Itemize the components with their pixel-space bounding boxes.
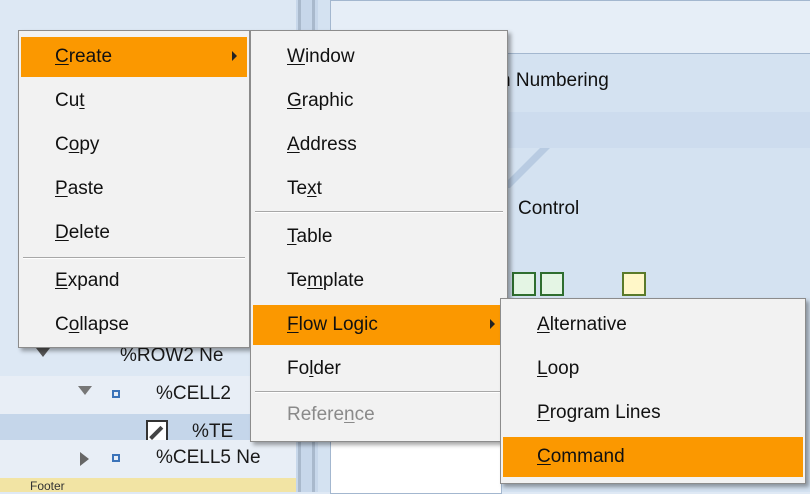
menu-item-label: Reference [287, 404, 375, 425]
menu-item-create[interactable]: Create [21, 37, 247, 77]
menu-item-collapse[interactable]: Collapse [21, 305, 247, 345]
tree-row[interactable]: %CELL5 Ne [0, 440, 296, 478]
menu-item-label: Graphic [287, 90, 354, 111]
menu-item-table[interactable]: Table [253, 217, 505, 257]
flow-logic-submenu: Alternative Loop Program Lines Command [500, 298, 806, 484]
menu-item-label: Folder [287, 358, 341, 379]
menu-item-label: Create [55, 46, 113, 67]
menu-separator [255, 211, 503, 213]
square-node-icon [112, 454, 120, 462]
toolbar-button[interactable] [540, 272, 564, 296]
menu-item-graphic[interactable]: Graphic [253, 81, 505, 121]
menu-item-label: Command [537, 446, 625, 467]
menu-item-command[interactable]: Command [503, 437, 803, 477]
menu-item-label: Delete [55, 222, 110, 243]
menu-item-label: Program Lines [537, 402, 661, 423]
menu-item-label: Address [287, 134, 357, 155]
menu-item-label: Paste [55, 178, 104, 199]
menu-item-template[interactable]: Template [253, 261, 505, 301]
triangle-down-icon[interactable] [78, 386, 92, 395]
menu-item-alternative[interactable]: Alternative [503, 305, 803, 345]
menu-item-label: Collapse [55, 314, 129, 335]
triangle-right-icon[interactable] [80, 452, 89, 466]
menu-item-flow-logic[interactable]: Flow Logic [253, 305, 505, 345]
menu-item-delete[interactable]: Delete [21, 213, 247, 253]
menu-item-label: Loop [537, 358, 580, 379]
menu-item-label: Expand [55, 270, 120, 291]
tree-row-label: Footer [30, 479, 65, 493]
menu-item-paste[interactable]: Paste [21, 169, 247, 209]
menu-item-window[interactable]: Window [253, 37, 505, 77]
tree-row-label: %CELL5 Ne [156, 447, 261, 468]
context-menu: Create Cut Copy Paste Delete Expand Coll… [18, 30, 250, 348]
edit-icon [146, 420, 168, 442]
menu-item-label: Template [287, 270, 365, 291]
menu-item-expand[interactable]: Expand [21, 261, 247, 301]
numbering-label: h Numbering [500, 70, 609, 91]
control-label: Control [518, 198, 580, 219]
chevron-right-icon [232, 51, 237, 61]
menu-item-label: Text [287, 178, 322, 199]
menu-item-label: Table [287, 226, 333, 247]
toolbar-button[interactable] [512, 272, 536, 296]
menu-item-cut[interactable]: Cut [21, 81, 247, 121]
menu-separator [23, 257, 245, 259]
create-submenu: Window Graphic Address Text Table Templa… [250, 30, 508, 442]
menu-item-label: Window [287, 46, 355, 67]
menu-item-label: Copy [55, 134, 100, 155]
tree-row-label: %ROW2 Ne [120, 345, 224, 366]
menu-item-loop[interactable]: Loop [503, 349, 803, 389]
menu-item-address[interactable]: Address [253, 125, 505, 165]
triangle-down-icon[interactable] [36, 348, 50, 357]
menu-item-label: Alternative [537, 314, 627, 335]
menu-item-label: Cut [55, 90, 85, 111]
menu-item-copy[interactable]: Copy [21, 125, 247, 165]
footer-node-strip[interactable]: Footer [0, 478, 296, 492]
menu-item-text[interactable]: Text [253, 169, 505, 209]
menu-item-label: Flow Logic [287, 314, 378, 335]
toolbar-button[interactable] [622, 272, 646, 296]
menu-separator [255, 391, 503, 393]
square-node-icon [112, 390, 120, 398]
menu-item-folder[interactable]: Folder [253, 349, 505, 389]
menu-item-reference: Reference [253, 395, 505, 435]
menu-item-program-lines[interactable]: Program Lines [503, 393, 803, 433]
chevron-right-icon [490, 319, 495, 329]
tree-row-label: %CELL2 [156, 383, 231, 404]
